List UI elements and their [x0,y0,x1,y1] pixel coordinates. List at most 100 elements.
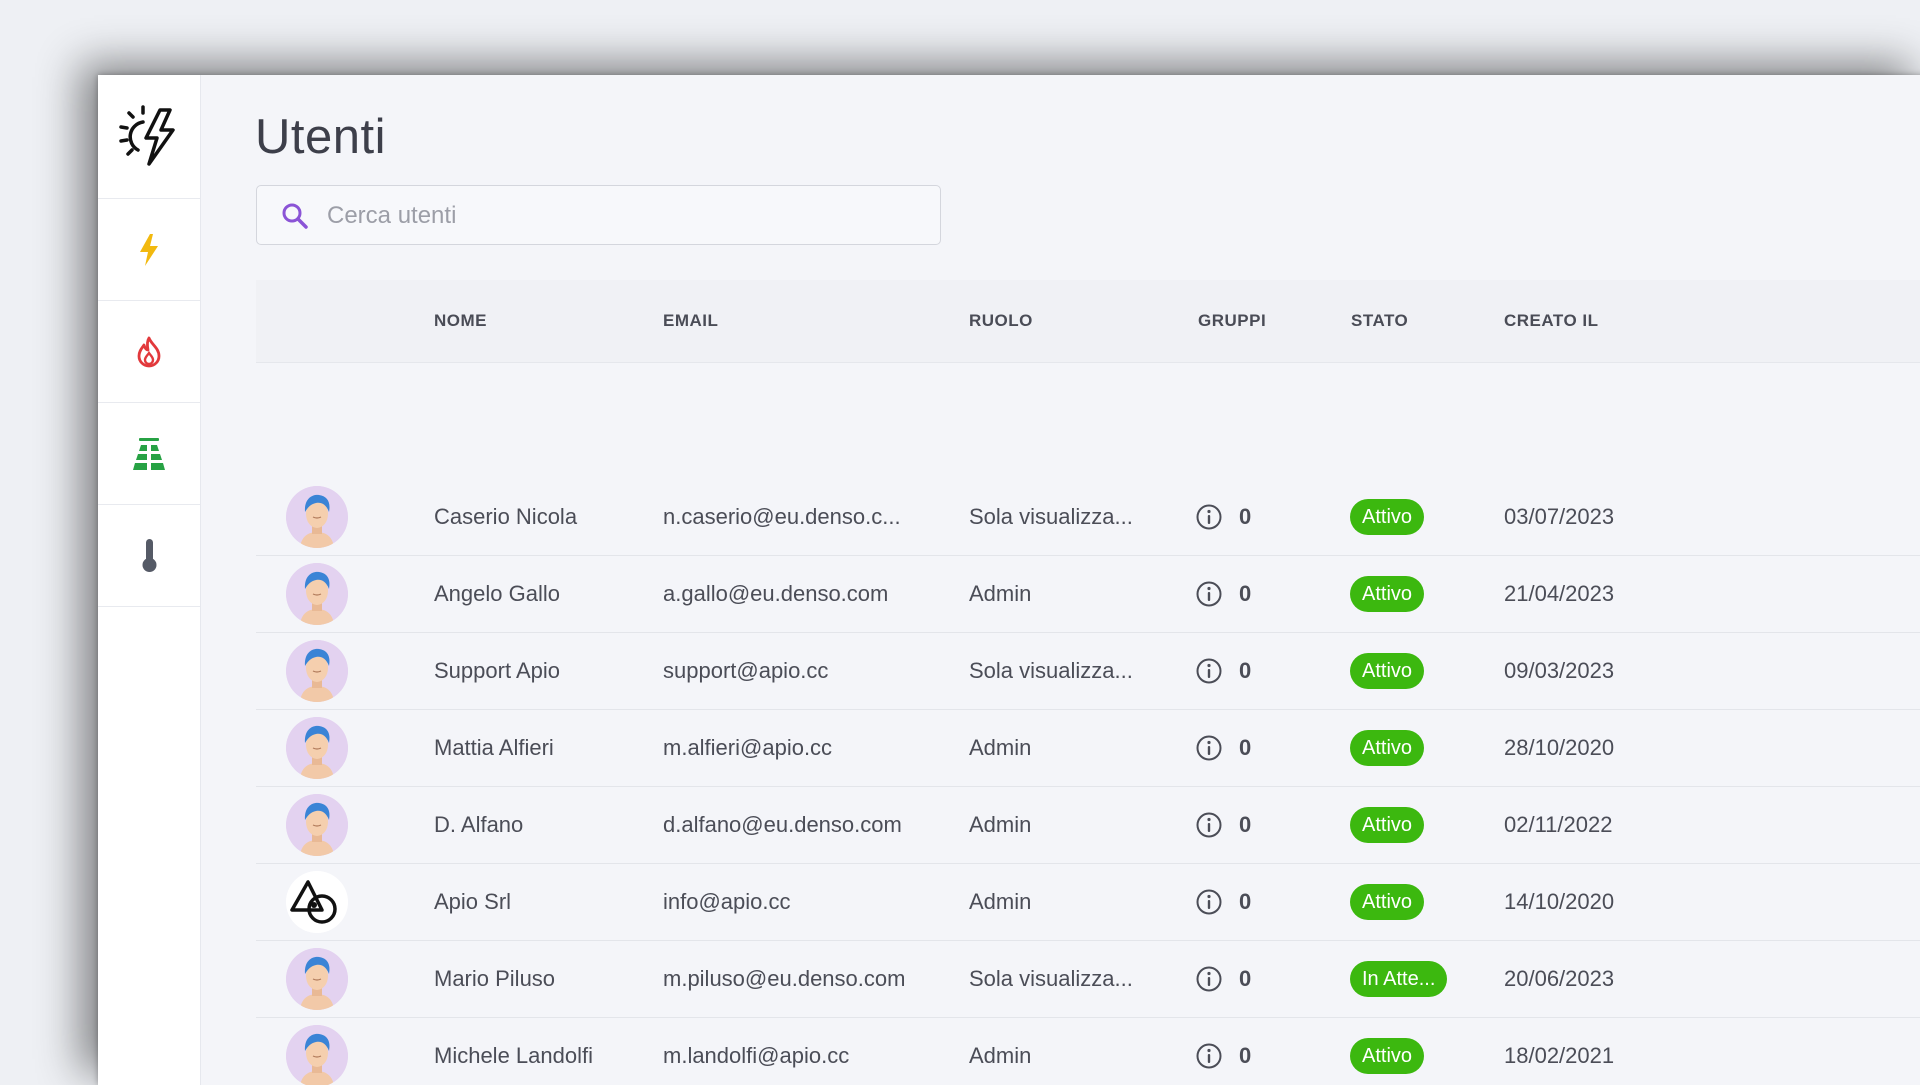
created-date: 18/02/2021 [1504,1043,1615,1068]
status-badge: Attivo [1350,653,1425,689]
thermometer-icon [142,538,157,572]
user-email: n.caserio@eu.denso.c... [663,504,901,529]
user-avatar-icon [286,1025,348,1085]
groups-count: 0 [1239,504,1252,529]
info-icon [1196,735,1222,761]
groups-count: 0 [1239,581,1252,606]
flame-icon [137,336,161,367]
user-name: Angelo Gallo [434,581,560,606]
table-row[interactable]: D. Alfano d.alfano@eu.denso.com Admin 0 Atti… [256,787,1920,864]
groups-info-button[interactable] [1195,888,1223,921]
page-title: Utenti [255,110,387,164]
user-role: Sola visualizza... [969,966,1133,991]
main-content: Utenti NOME EMAIL RUOLO GRUPPI STATO CRE… [200,75,1920,1085]
user-email: m.landolfi@apio.cc [663,1043,850,1068]
user-name: Mario Piluso [434,966,556,991]
table-row[interactable]: Mattia Alfieri m.alfieri@apio.cc Admin 0 Att… [256,710,1920,787]
user-email: a.gallo@eu.denso.com [663,581,889,606]
user-email: d.alfano@eu.denso.com [663,812,902,837]
info-icon [1196,581,1222,607]
user-role: Admin [969,1043,1032,1068]
info-icon [1196,1043,1222,1069]
status-badge: Attivo [1350,499,1425,535]
column-header-email[interactable]: EMAIL [663,280,718,362]
apio-logo-icon [286,871,348,933]
groups-info-button[interactable] [1195,965,1223,998]
user-name: Apio Srl [434,889,512,914]
user-role: Admin [969,735,1032,760]
groups-info-button[interactable] [1195,580,1223,613]
avatar [286,1025,348,1085]
user-name: Caserio Nicola [434,504,578,529]
table-row[interactable]: Angelo Gallo a.gallo@eu.denso.com Admin 0 At… [256,556,1920,633]
sidebar [98,75,201,1085]
user-name: Michele Landolfi [434,1043,593,1068]
status-badge: In Atte... [1350,961,1448,997]
groups-count: 0 [1239,658,1252,683]
table-row[interactable]: Support Apio support@apio.cc Sola visualiz… [256,633,1920,710]
column-header-nome[interactable]: NOME [434,280,487,362]
user-avatar-icon [286,948,348,1010]
groups-count: 0 [1239,812,1252,837]
sidebar-item-gas[interactable] [98,301,200,403]
table-row[interactable]: Michele Landolfi m.landolfi@apio.cc Admin 0… [256,1018,1920,1085]
created-date: 20/06/2023 [1504,966,1615,991]
user-email: support@apio.cc [663,658,829,683]
info-icon [1196,812,1222,838]
column-header-creato-il[interactable]: CREATO IL [1504,280,1599,362]
user-role: Admin [969,889,1032,914]
avatar [286,948,348,1010]
user-email: m.alfieri@apio.cc [663,735,833,760]
groups-info-button[interactable] [1195,811,1223,844]
groups-info-button[interactable] [1195,503,1223,536]
table-row[interactable]: Apio Srl info@apio.cc Admin 0 Attivo 14/10/20… [256,864,1920,941]
created-date: 09/03/2023 [1504,658,1615,683]
info-icon [1196,889,1222,915]
app-window: Utenti NOME EMAIL RUOLO GRUPPI STATO CRE… [98,75,1920,1085]
search-box[interactable] [256,185,941,245]
search-icon [282,203,308,229]
avatar [286,717,348,779]
status-badge: Attivo [1350,576,1425,612]
groups-info-button[interactable] [1195,734,1223,767]
user-name: D. Alfano [434,812,524,837]
app-logo[interactable] [98,75,200,199]
user-email: info@apio.cc [663,889,791,914]
sidebar-item-solar[interactable] [98,403,200,505]
status-badge: Attivo [1350,1038,1425,1074]
info-icon [1196,504,1222,530]
info-icon [1196,658,1222,684]
column-header-gruppi[interactable]: GRUPPI [1198,280,1266,362]
sidebar-item-energy[interactable] [98,199,200,301]
user-avatar-icon [286,717,348,779]
table-row[interactable]: Caserio Nicola n.caserio@eu.denso.c... Sol… [256,479,1920,556]
sun-lightning-logo-icon [119,104,175,166]
user-role: Admin [969,581,1032,606]
search-input[interactable] [325,196,919,236]
created-date: 03/07/2023 [1504,504,1615,529]
groups-info-button[interactable] [1195,657,1223,690]
user-role: Sola visualizza... [969,658,1133,683]
user-role: Sola visualizza... [969,504,1133,529]
groups-info-button[interactable] [1195,1042,1223,1075]
created-date: 21/04/2023 [1504,581,1615,606]
created-date: 02/11/2022 [1504,812,1613,837]
created-date: 28/10/2020 [1504,735,1615,760]
lightning-bolt-icon [140,233,158,266]
status-badge: Attivo [1350,884,1425,920]
table-header: NOME EMAIL RUOLO GRUPPI STATO CREATO IL [256,280,1920,363]
table-row[interactable]: Mario Piluso m.piluso@eu.denso.com Sola vi… [256,941,1920,1018]
user-role: Admin [969,812,1032,837]
solar-panel-icon [132,437,166,470]
avatar [286,794,348,856]
user-avatar-icon [286,640,348,702]
column-header-stato[interactable]: STATO [1351,280,1408,362]
sidebar-item-temperature[interactable] [98,505,200,607]
groups-count: 0 [1239,1043,1252,1068]
avatar [286,563,348,625]
groups-count: 0 [1239,889,1252,914]
avatar [286,640,348,702]
status-badge: Attivo [1350,807,1425,843]
column-header-ruolo[interactable]: RUOLO [969,280,1033,362]
created-date: 14/10/2020 [1504,889,1615,914]
